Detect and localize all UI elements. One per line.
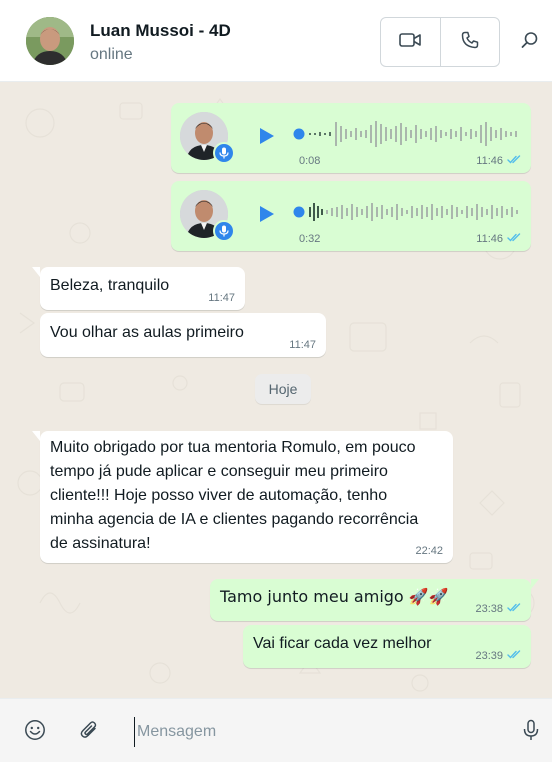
- outgoing-message[interactable]: Tamo junto meu amigo 🚀🚀 23:38: [210, 579, 539, 621]
- message-text: Muito obrigado por tua mentoria Romulo, …: [50, 439, 419, 552]
- message-meta: 23:39: [475, 650, 521, 662]
- bubble-tail: [531, 579, 539, 589]
- voice-call-button[interactable]: [439, 18, 500, 66]
- message-meta: 23:38: [475, 603, 521, 615]
- message-time: 11:47: [208, 292, 235, 304]
- message-time: 23:38: [475, 603, 503, 615]
- mic-badge-icon: [213, 220, 235, 242]
- video-call-button[interactable]: [381, 18, 440, 66]
- message-text: Vou olhar as aulas primeiro: [50, 324, 244, 341]
- message-composer: [0, 698, 552, 762]
- read-receipt-icon: [507, 233, 521, 245]
- contact-name[interactable]: Luan Mussoi - 4D: [90, 21, 231, 41]
- audio-waveform[interactable]: [293, 195, 529, 229]
- search-icon: [521, 31, 539, 54]
- message-text: Beleza, tranquilo: [50, 277, 170, 294]
- emoji-button[interactable]: [24, 719, 46, 746]
- message-meta: 11:46: [476, 233, 521, 245]
- message-input[interactable]: [134, 717, 494, 747]
- message-meta: 22:42: [415, 545, 443, 557]
- message-text: Vai ficar cada vez melhor: [253, 635, 432, 652]
- message-time: 11:47: [289, 339, 316, 351]
- message-meta: 11:46: [476, 155, 521, 167]
- play-button[interactable]: [255, 125, 277, 147]
- mic-badge-icon: [213, 142, 235, 164]
- incoming-message[interactable]: Muito obrigado por tua mentoria Romulo, …: [32, 431, 453, 563]
- message-time: 11:46: [476, 233, 503, 245]
- voice-duration: 0:08: [299, 155, 321, 167]
- outgoing-message[interactable]: Vai ficar cada vez melhor 23:39: [243, 625, 531, 668]
- call-buttons: [380, 17, 500, 67]
- message-time: 22:42: [415, 545, 443, 557]
- voice-message[interactable]: 0:08 11:46: [171, 103, 531, 173]
- message-time: 11:46: [476, 155, 503, 167]
- contact-avatar[interactable]: [26, 17, 74, 65]
- conversation-panel[interactable]: 0:08 11:46 0:32 11:46 Beleza, tranquilo …: [0, 83, 552, 698]
- voice-record-button[interactable]: [520, 719, 542, 746]
- play-icon: [255, 128, 277, 151]
- search-button[interactable]: [518, 30, 542, 54]
- mic-icon: [522, 719, 540, 746]
- voice-call-icon: [461, 31, 479, 54]
- date-divider: Hoje: [255, 374, 311, 404]
- read-receipt-icon: [507, 603, 521, 615]
- bubble-tail: [32, 431, 40, 441]
- play-icon: [255, 206, 277, 229]
- video-call-icon: [399, 32, 422, 53]
- incoming-message[interactable]: Vou olhar as aulas primeiro 11:47: [40, 313, 326, 357]
- read-receipt-icon: [507, 155, 521, 167]
- play-button[interactable]: [255, 203, 277, 225]
- read-receipt-icon: [507, 650, 521, 662]
- message-text: Tamo junto meu amigo 🚀🚀: [220, 587, 449, 606]
- voice-duration: 0:32: [299, 233, 321, 245]
- message-meta: 11:47: [208, 292, 235, 304]
- chat-header: Luan Mussoi - 4D online: [0, 0, 552, 82]
- attach-icon: [78, 719, 100, 746]
- attach-button[interactable]: [78, 719, 100, 746]
- message-time: 23:39: [475, 650, 503, 662]
- incoming-message[interactable]: Beleza, tranquilo 11:47: [32, 267, 245, 310]
- emoji-icon: [24, 719, 46, 746]
- contact-status: online: [90, 46, 133, 63]
- voice-message[interactable]: 0:32 11:46: [171, 181, 531, 251]
- bubble-tail: [32, 267, 40, 277]
- audio-waveform[interactable]: [293, 117, 529, 151]
- message-meta: 11:47: [289, 339, 316, 351]
